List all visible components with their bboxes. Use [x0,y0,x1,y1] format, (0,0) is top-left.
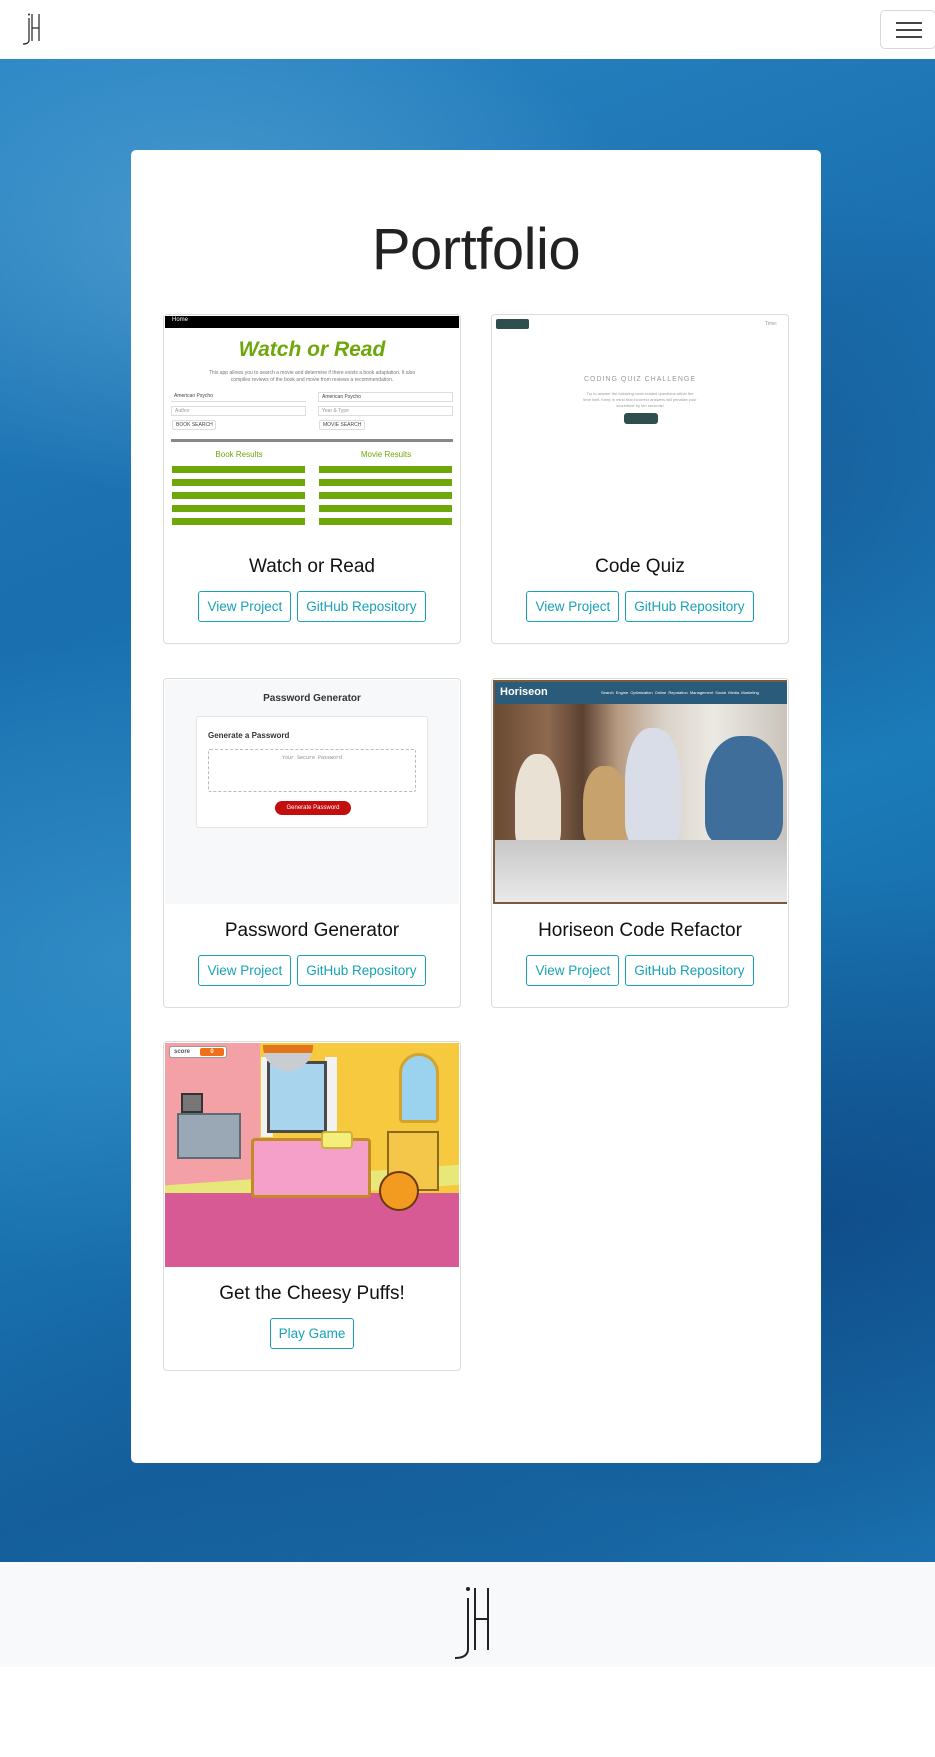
thumb-movie-input: American Psycho [318,392,453,402]
card-title: Get the Cheesy Puffs! [219,1283,405,1304]
portfolio-container: Portfolio Home Watch or Read This app al… [131,150,821,1463]
window [267,1061,327,1133]
project-card: Horiseon Search Engine Optimization Onli… [491,678,789,1008]
play-game-button[interactable]: Play Game [269,1318,355,1349]
navbar [0,0,935,59]
page-title: Portfolio [371,217,581,282]
project-card: Home Watch or Read This app allows you t… [163,314,461,644]
github-repository-button[interactable]: GitHub Repository [625,955,754,986]
github-repository-button[interactable]: GitHub Repository [625,591,754,622]
project-thumbnail[interactable]: Horiseon Search Engine Optimization Onli… [493,680,787,904]
thumb-generate-button: Generate Password [275,801,351,815]
thumb-text: Try to answer the following code-related… [583,391,697,408]
thumb-timer: Time: [765,321,778,327]
card-title: Watch or Read [248,556,375,577]
thumb-brand: Watch or Read [238,338,386,361]
project-card: Password Generator Generate a Password Y… [163,678,461,1008]
thumb-password-field: Your Secure Password [208,749,416,792]
view-project-button[interactable]: View Project [198,955,292,986]
github-repository-button[interactable]: GitHub Repository [297,591,426,622]
computer-icon [181,1093,203,1113]
thumb-movie-button: MOVIE SEARCH [319,420,365,430]
thumb-book-author: Author [171,406,306,416]
card-title: Code Quiz [595,556,685,577]
footer [0,1562,935,1667]
bed [251,1138,371,1198]
thumb-movie-year: Year & Type [318,406,453,416]
card-title: Password Generator [224,920,400,941]
project-card: Time: CODING QUIZ CHALLENGE Try to answe… [491,314,789,644]
thumb-panel-heading: Generate a Password [208,731,290,740]
card-title: Horiseon Code Refactor [538,920,742,941]
hamburger-menu-icon[interactable] [880,10,935,49]
thumb-nav-links: Search Engine Optimization Online Reputa… [601,690,759,695]
project-thumbnail[interactable]: score 0 [165,1043,459,1267]
project-card: score 0 Get the Cheesy Puffs! Play Game [163,1041,461,1371]
view-project-button[interactable]: View Project [198,591,292,622]
thumb-book-button: BOOK SEARCH [172,420,216,430]
score-value: 0 [200,1048,224,1056]
jh-logo[interactable] [20,12,42,46]
score-display: score 0 [169,1046,227,1058]
thumb-start-button [624,413,658,424]
thumb-brand: Horiseon [500,686,548,698]
view-project-button[interactable]: View Project [526,955,620,986]
project-thumbnail[interactable]: Time: CODING QUIZ CHALLENGE Try to answe… [493,316,787,540]
score-label: score [174,1049,191,1055]
cat-sprite-icon [379,1171,419,1211]
thumb-heading: Password Generator [263,693,361,704]
project-thumbnail[interactable]: Home Watch or Read This app allows you t… [165,316,459,540]
jh-logo[interactable] [450,1584,494,1662]
thumb-movie-results: Movie Results [360,450,412,459]
thumb-highscores-link [496,319,529,329]
thumb-book-input: American Psycho [171,392,306,402]
thumb-nav-link: Home [172,317,189,323]
project-thumbnail[interactable]: Password Generator Generate a Password Y… [165,680,459,904]
github-repository-button[interactable]: GitHub Repository [297,955,426,986]
thumb-book-results: Book Results [215,450,263,459]
thumb-description: This app allows you to search a movie an… [208,370,416,383]
thumb-heading: CODING QUIZ CHALLENGE [583,376,696,383]
view-project-button[interactable]: View Project [526,591,620,622]
